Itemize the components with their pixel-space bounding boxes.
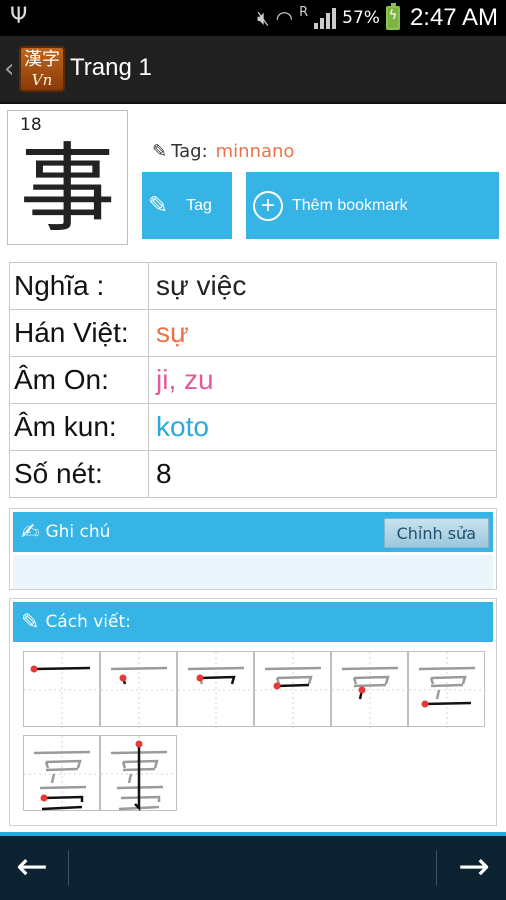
info-value: koto	[148, 403, 497, 451]
pencil-icon: ✎	[148, 192, 169, 219]
divider	[68, 850, 69, 886]
stroke-step[interactable]	[331, 651, 409, 728]
stroke-step[interactable]	[23, 735, 101, 812]
stroke-step[interactable]	[100, 651, 178, 728]
bottom-navigation: ← →	[0, 832, 506, 900]
logo-vn: Vn	[31, 71, 53, 89]
note-content[interactable]	[13, 555, 493, 589]
add-bookmark-label: Thêm bookmark	[292, 196, 408, 214]
info-row: Âm kun: koto	[9, 403, 497, 451]
status-bar: Ψ 🔇︎ ◠ R 57% ϟ 2:47 AM	[0, 0, 506, 36]
tag-line: ✎ Tag: minnano	[152, 141, 294, 162]
info-value: sự	[148, 309, 497, 357]
usb-icon: Ψ	[10, 4, 28, 29]
note-panel: ✍ Ghi chú Chỉnh sửa	[9, 508, 497, 590]
signal-icon	[314, 7, 337, 29]
info-row: Âm On: ji, zu	[9, 356, 497, 404]
info-key: Hán Việt:	[9, 309, 149, 357]
stroke-order-header: ✎ Cách viết:	[13, 602, 493, 642]
kanji-display: 18 事	[7, 110, 128, 245]
status-clock: 2:47 AM	[409, 4, 498, 31]
note-edit-icon: ✍	[21, 519, 40, 545]
add-bookmark-button[interactable]: + Thêm bookmark	[246, 172, 499, 239]
info-key: Nghĩa :	[9, 262, 149, 310]
next-arrow-icon[interactable]: →	[458, 844, 490, 888]
roaming-indicator: R	[299, 4, 309, 20]
stroke-step[interactable]	[408, 651, 486, 728]
tag-label: Tag:	[171, 141, 208, 162]
mute-icon: 🔇︎	[257, 6, 270, 30]
divider	[436, 850, 437, 886]
tag-button[interactable]: ✎ Tag	[142, 172, 232, 239]
info-row: Số nét: 8	[9, 450, 497, 498]
info-value: 8	[148, 450, 497, 498]
kanji-info-table: Nghĩa : sự việc Hán Việt: sự Âm On: ji, zu Âm …	[9, 262, 497, 498]
logo-kanji: 漢字	[24, 49, 60, 70]
stroke-step[interactable]	[23, 651, 101, 728]
battery-percent: 57%	[342, 8, 380, 28]
wifi-icon: ◠	[275, 6, 294, 30]
pencil-icon: ✎	[21, 609, 40, 635]
stroke-step[interactable]	[177, 651, 255, 728]
stroke-step[interactable]	[254, 651, 332, 728]
page-title: Trang 1	[70, 54, 152, 81]
info-value: ji, zu	[148, 356, 497, 404]
edit-note-button[interactable]: Chỉnh sửa	[383, 518, 489, 548]
info-key: Âm On:	[9, 356, 149, 404]
stroke-order-title: Cách viết:	[45, 612, 131, 632]
battery-icon: ϟ	[385, 3, 400, 30]
stroke-step[interactable]	[100, 735, 178, 812]
info-row: Hán Việt: sự	[9, 309, 497, 357]
note-header: ✍ Ghi chú Chỉnh sửa	[13, 512, 493, 552]
info-key: Âm kun:	[9, 403, 149, 451]
kanji-number: 18	[20, 115, 42, 135]
info-value: sự việc	[148, 262, 497, 310]
tag-button-label: Tag	[186, 196, 212, 214]
kanji-character: 事	[19, 133, 116, 245]
pencil-icon: ✎	[152, 141, 168, 162]
tag-value: minnano	[215, 141, 295, 162]
app-logo[interactable]: 漢字 Vn	[19, 46, 65, 92]
note-title: Ghi chú	[45, 522, 111, 542]
action-bar: ‹ 漢字 Vn Trang 1	[0, 36, 506, 104]
plus-circle-icon: +	[253, 190, 283, 221]
info-row: Nghĩa : sự việc	[9, 262, 497, 310]
previous-arrow-icon[interactable]: ←	[16, 844, 48, 888]
back-chevron-icon[interactable]: ‹	[4, 54, 14, 84]
info-key: Số nét:	[9, 450, 149, 498]
